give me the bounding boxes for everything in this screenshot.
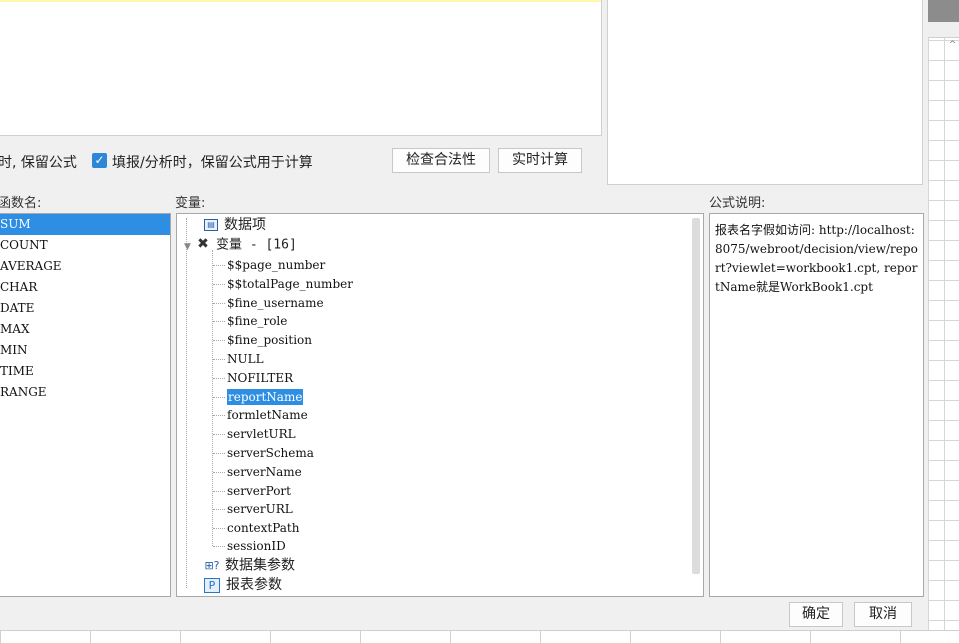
check-icon: ✓ xyxy=(94,153,105,167)
tree-connector xyxy=(186,218,187,588)
variables-icon: ✖ xyxy=(197,236,209,252)
current-line-highlight xyxy=(0,0,601,2)
background-spreadsheet-bottom xyxy=(0,630,959,643)
tree-scrollbar[interactable] xyxy=(692,218,700,574)
function-item[interactable]: SUM xyxy=(0,214,170,235)
tree-connector xyxy=(212,250,213,546)
function-item[interactable]: CHAR xyxy=(0,277,170,298)
formula-editor[interactable] xyxy=(0,0,602,136)
tree-connector xyxy=(213,491,225,492)
function-item[interactable]: TIME xyxy=(0,361,170,382)
tree-connector xyxy=(213,359,225,360)
tree-leaf-variable[interactable]: $$totalPage_number xyxy=(227,275,353,293)
tree-connector xyxy=(213,284,225,285)
tree-connector xyxy=(213,472,225,473)
chevron-down-icon[interactable]: ▼ xyxy=(184,238,196,257)
data-item-icon: ▤ xyxy=(204,219,218,231)
tree-leaf-variable[interactable]: NULL xyxy=(227,350,264,368)
formula-description-text: 报表名字假如访问: http://localhost:8075/webroot/… xyxy=(715,223,918,294)
tree-connector xyxy=(213,528,225,529)
tree-connector xyxy=(213,546,225,547)
tree-leaf-variable[interactable]: $fine_role xyxy=(227,312,287,330)
report-param-icon: P xyxy=(204,577,220,593)
function-list[interactable]: SUM COUNT AVERAGE CHAR DATE MAX MIN TIME… xyxy=(0,213,171,597)
ok-button[interactable]: 确定 xyxy=(789,602,843,627)
tree-connector xyxy=(213,265,225,266)
background-column-header xyxy=(928,22,959,38)
function-item[interactable]: DATE xyxy=(0,298,170,319)
tree-node-dataset-params[interactable]: ⊞? 数据集参数 xyxy=(203,556,295,575)
function-item[interactable]: COUNT xyxy=(0,235,170,256)
function-name-label: 函数名: xyxy=(0,196,42,211)
tree-connector xyxy=(213,453,225,454)
tree-connector xyxy=(213,434,225,435)
tree-connector xyxy=(213,303,225,304)
function-item[interactable]: MIN xyxy=(0,340,170,361)
preview-panel xyxy=(607,0,923,185)
tree-leaf-variable[interactable]: servletURL xyxy=(227,425,296,443)
tree-leaf-variable[interactable]: contextPath xyxy=(227,519,299,537)
realtime-calc-button[interactable]: 实时计算 xyxy=(498,148,582,173)
tree-connector xyxy=(213,397,225,398)
background-toolbar xyxy=(928,0,959,22)
formula-dialog: 时, 保留公式 ✓ 填报/分析时，保留公式用于计算 检查合法性 实时计算 函数名… xyxy=(0,0,928,630)
tree-leaf-variable[interactable]: serverPort xyxy=(227,482,291,500)
function-item[interactable]: MAX xyxy=(0,319,170,340)
formula-description-label: 公式说明: xyxy=(709,196,766,211)
tree-leaf-variable[interactable]: formletName xyxy=(227,406,308,424)
tree-connector xyxy=(213,340,225,341)
tree-node-report-params[interactable]: P 报表参数 xyxy=(204,576,282,595)
cancel-button[interactable]: 取消 xyxy=(854,602,912,627)
tree-leaf-variable[interactable]: sessionID xyxy=(227,537,286,555)
function-item[interactable]: AVERAGE xyxy=(0,256,170,277)
tree-connector xyxy=(213,415,225,416)
tree-leaf-variable[interactable]: $$page_number xyxy=(227,256,325,274)
tree-connector xyxy=(213,509,225,510)
tree-leaf-variable-selected[interactable]: reportName xyxy=(227,388,304,406)
keep-formula-option-label[interactable]: 时, 保留公式 xyxy=(0,152,77,172)
scroll-up-icon[interactable]: ^ xyxy=(946,40,959,52)
fill-analysis-checkbox[interactable]: ✓ xyxy=(92,153,107,168)
tree-leaf-variable[interactable]: NOFILTER xyxy=(227,369,293,387)
fill-analysis-option-label[interactable]: 填报/分析时，保留公式用于计算 xyxy=(112,152,313,172)
tree-leaf-variable[interactable]: serverURL xyxy=(227,500,293,518)
variable-tree[interactable]: ▤ 数据项 ▼ ✖ 变量 - [16] $$page_number $$totalPa… xyxy=(176,213,704,597)
background-spreadsheet xyxy=(928,0,959,643)
tree-node-data-items[interactable]: ▤ 数据项 xyxy=(204,216,266,235)
tree-node-variables[interactable]: ▼ ✖ 变量 - [16] xyxy=(184,235,297,254)
tree-leaf-variable[interactable]: serverName xyxy=(227,463,302,481)
tree-leaf-variable[interactable]: serverSchema xyxy=(227,444,314,462)
tree-connector xyxy=(213,378,225,379)
tree-leaf-variable[interactable]: $fine_username xyxy=(227,294,324,312)
dataset-icon: ⊞? xyxy=(204,559,220,572)
tree-connector xyxy=(213,321,225,322)
function-item[interactable]: RANGE xyxy=(0,382,170,403)
check-validity-button[interactable]: 检查合法性 xyxy=(392,148,490,173)
tree-leaf-variable[interactable]: $fine_position xyxy=(227,331,312,349)
variables-label: 变量: xyxy=(175,196,206,211)
formula-description-panel: 报表名字假如访问: http://localhost:8075/webroot/… xyxy=(709,213,924,597)
